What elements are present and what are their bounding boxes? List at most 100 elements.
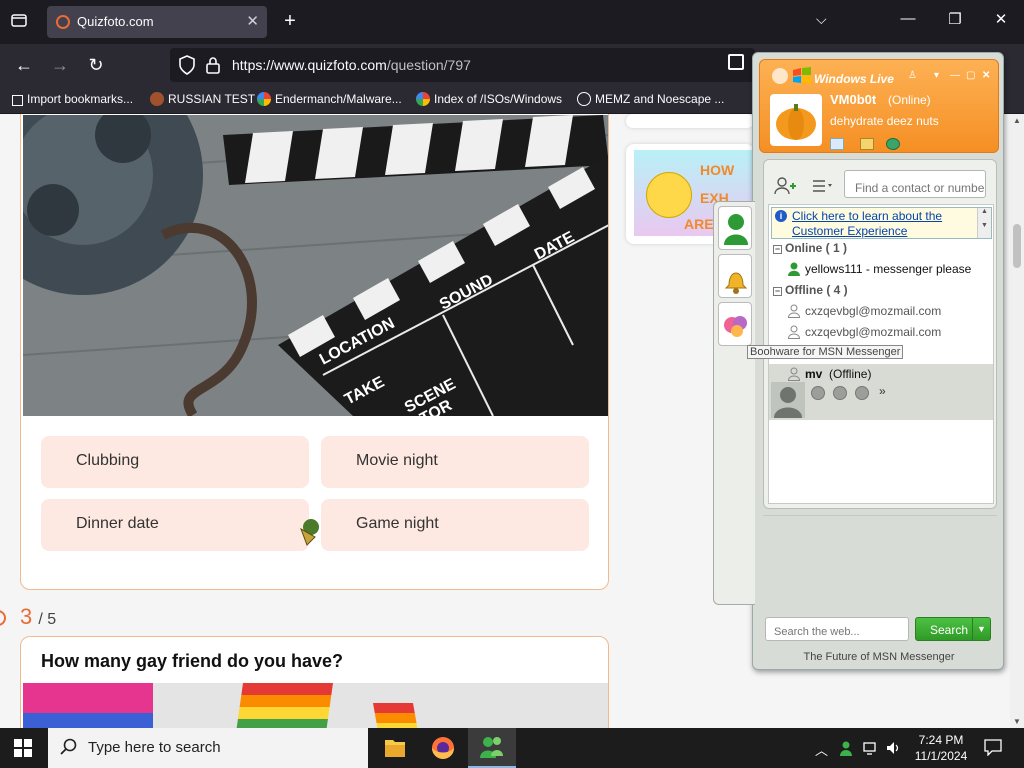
group-online[interactable]: − Online ( 1 ) — [773, 241, 847, 255]
bonzi-cursor-icon — [297, 517, 323, 547]
network-icon[interactable] — [863, 740, 879, 759]
system-clock[interactable]: 7:24 PM 11/1/2024 — [906, 732, 976, 764]
chevron-up-icon[interactable]: ︿ — [815, 740, 828, 759]
presence-status[interactable]: (Online) — [888, 93, 931, 107]
selected-contact-row[interactable]: mv (Offline) » — [769, 364, 993, 420]
close-window-button[interactable]: ✕ — [990, 10, 1012, 28]
answer-option-dinner-date[interactable]: Dinner date — [41, 499, 309, 551]
file-explorer-icon[interactable] — [371, 728, 419, 768]
promo-text-1: HOW — [700, 162, 735, 178]
google-icon — [257, 92, 271, 106]
chevron-down-icon[interactable]: ▼ — [972, 618, 990, 640]
forward-button[interactable]: → — [49, 54, 71, 76]
minimize-icon[interactable]: — — [950, 70, 960, 81]
messenger-tray-icon[interactable] — [838, 740, 854, 759]
close-tab-icon[interactable]: ✕ — [246, 12, 259, 30]
search-icon — [60, 738, 78, 756]
mail-icon[interactable] — [830, 138, 844, 150]
windows-flag-icon — [792, 67, 812, 85]
messenger-taskbar-icon[interactable] — [468, 728, 516, 768]
contact-offline[interactable]: cxzqevbgl@mozmail.com — [787, 325, 941, 339]
messenger-logo-icon[interactable] — [772, 68, 788, 84]
add-contact-icon[interactable] — [774, 176, 796, 196]
share-icon[interactable] — [855, 386, 869, 400]
chevron-down-icon[interactable]: ▾ — [934, 70, 939, 81]
page-scrollbar[interactable]: ▲ ▼ — [1010, 114, 1024, 728]
web-search-input[interactable] — [765, 617, 909, 641]
answer-option-clubbing[interactable]: Clubbing — [41, 436, 309, 488]
online-buddy-icon — [787, 262, 801, 276]
taskbar-search[interactable]: Type here to search — [48, 728, 368, 768]
shield-icon[interactable] — [178, 55, 196, 75]
bookmark-import[interactable]: Import bookmarks... — [12, 92, 133, 106]
messenger-header: Windows Live ♙ ▾ — ▢ ✕ VM0b0t (Online) d… — [759, 59, 999, 153]
browser-tab-bar: Quizfoto.com ✕ + ⌵ — ❐ ✕ — [0, 0, 1024, 44]
sidebar-card[interactable] — [626, 114, 754, 128]
quizfoto-favicon-icon — [56, 15, 70, 29]
bookmark-endermanch[interactable]: Endermanch/Malware... — [257, 92, 402, 106]
collapse-icon[interactable]: − — [773, 245, 782, 254]
import-icon — [12, 95, 23, 106]
search-button[interactable]: Search ▼ — [915, 617, 991, 641]
scroll-up-icon[interactable]: ▲ — [1013, 116, 1021, 125]
display-name[interactable]: VM0b0t — [830, 92, 876, 107]
close-icon[interactable]: ✕ — [982, 70, 990, 81]
folder-icon[interactable] — [860, 138, 874, 150]
restore-button[interactable]: ❐ — [944, 10, 966, 28]
question-title: How many gay friend do you have? — [41, 651, 344, 671]
promo-text-3: ARE — [684, 216, 714, 232]
contact-avatar[interactable] — [771, 382, 805, 418]
bookmark-favicon-icon — [150, 92, 164, 106]
minimize-button[interactable]: — — [897, 10, 919, 27]
info-icon: i — [775, 210, 787, 222]
contact-list-panel: i Click here to learn about the Customer… — [763, 159, 997, 509]
footer-text[interactable]: The Future of MSN Messenger — [753, 651, 1005, 663]
list-view-icon[interactable] — [812, 178, 836, 194]
bookmark-memz[interactable]: MEMZ and Noescape ... — [577, 92, 724, 106]
scroll-down-icon[interactable]: ▼ — [1013, 717, 1021, 726]
fun-tab[interactable] — [718, 302, 752, 346]
bookmark-isos[interactable]: Index of /ISOs/Windows — [416, 92, 562, 106]
messenger-title: Windows Live — [814, 72, 894, 86]
find-contact-input[interactable] — [844, 170, 986, 198]
contacts-tab[interactable] — [718, 206, 752, 250]
customer-experience-link[interactable]: Click here to learn about the Customer E… — [792, 209, 991, 239]
browser-tab[interactable]: Quizfoto.com ✕ — [47, 6, 267, 38]
firefox-icon[interactable] — [419, 728, 467, 768]
notification-icon[interactable] — [984, 738, 1002, 757]
contact-online[interactable]: yellows111 - messenger please — [787, 262, 971, 276]
clock-date: 11/1/2024 — [914, 749, 968, 763]
lock-icon[interactable] — [206, 56, 220, 74]
more-actions-icon[interactable]: » — [879, 384, 886, 398]
ad-area — [763, 515, 997, 603]
chevron-down-icon[interactable]: ⌵ — [816, 11, 827, 28]
answer-option-movie-night[interactable]: Movie night — [321, 436, 589, 488]
email-icon[interactable] — [833, 386, 847, 400]
globe-icon[interactable] — [886, 138, 900, 150]
profile-icon[interactable] — [811, 386, 825, 400]
info-scroll[interactable]: ▲ ▼ — [977, 208, 991, 238]
bell-tab[interactable] — [718, 254, 752, 298]
maximize-icon[interactable]: ▢ — [966, 70, 975, 81]
back-button[interactable]: ← — [13, 54, 35, 76]
collapse-icon[interactable]: − — [773, 287, 782, 296]
address-bar[interactable]: https://www.quizfoto.com/question/797 — [170, 48, 755, 82]
selected-contact[interactable]: mv (Offline) — [787, 367, 871, 381]
buddy-icon[interactable]: ♙ — [908, 70, 917, 81]
new-tab-button[interactable]: + — [279, 10, 301, 33]
question-card: LOCATION SOUND DATE TAKE SCENE ACTOR Clu… — [20, 114, 609, 590]
contact-offline[interactable]: cxzqevbgl@mozmail.com — [787, 304, 941, 318]
bookmark-russian-test[interactable]: RUSSIAN TEST — [150, 92, 255, 106]
reload-button[interactable]: ↻ — [85, 54, 107, 76]
speaker-icon[interactable] — [886, 740, 902, 759]
group-offline[interactable]: − Offline ( 4 ) — [773, 283, 848, 297]
taskbar: Type here to search ︿ 7:24 PM 11/1/2024 — [0, 728, 1024, 768]
windows-start-icon[interactable] — [14, 739, 32, 757]
scrollbar-thumb[interactable] — [1013, 224, 1021, 268]
tab-list-icon[interactable] — [8, 12, 30, 34]
answer-option-game-night[interactable]: Game night — [321, 499, 589, 551]
avatar[interactable] — [770, 94, 822, 146]
reader-view-icon[interactable] — [728, 54, 744, 70]
offline-buddy-icon — [787, 325, 801, 339]
personal-message[interactable]: dehydrate deez nuts — [830, 114, 939, 128]
